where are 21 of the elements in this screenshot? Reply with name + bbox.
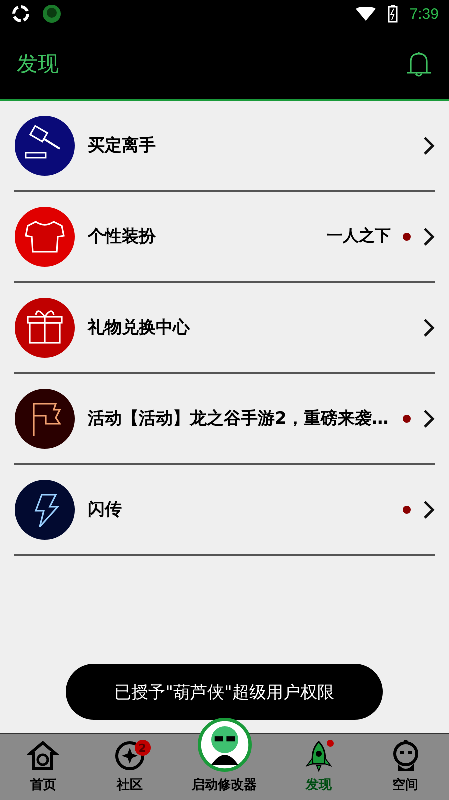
wifi-icon	[356, 7, 376, 21]
chevron-icon[interactable]	[423, 226, 435, 246]
item-title[interactable]: 闪传	[88, 498, 391, 521]
alien-icon	[198, 718, 252, 772]
bell-icon[interactable]	[405, 50, 433, 78]
chevron-icon[interactable]	[423, 318, 435, 338]
count-badge: 2	[134, 740, 151, 756]
item-title[interactable]: 个性装扮	[88, 225, 315, 248]
item-title[interactable]: 活动【活动】龙之谷手游2，重磅来袭…	[88, 407, 391, 430]
item-title[interactable]: 买定离手	[88, 134, 411, 157]
item-value: 一人之下	[327, 226, 391, 247]
battery-icon	[388, 5, 398, 23]
sync-icon	[12, 5, 30, 23]
page-title: 发现	[17, 50, 59, 78]
home-icon	[27, 740, 60, 772]
chevron-icon[interactable]	[423, 408, 435, 428]
chevron-icon[interactable]	[423, 500, 435, 520]
clock-time: 7:39	[410, 6, 439, 22]
app-icon	[42, 4, 62, 24]
chevron-icon[interactable]	[423, 136, 435, 156]
item-title[interactable]: 礼物兑换中心	[88, 316, 411, 339]
